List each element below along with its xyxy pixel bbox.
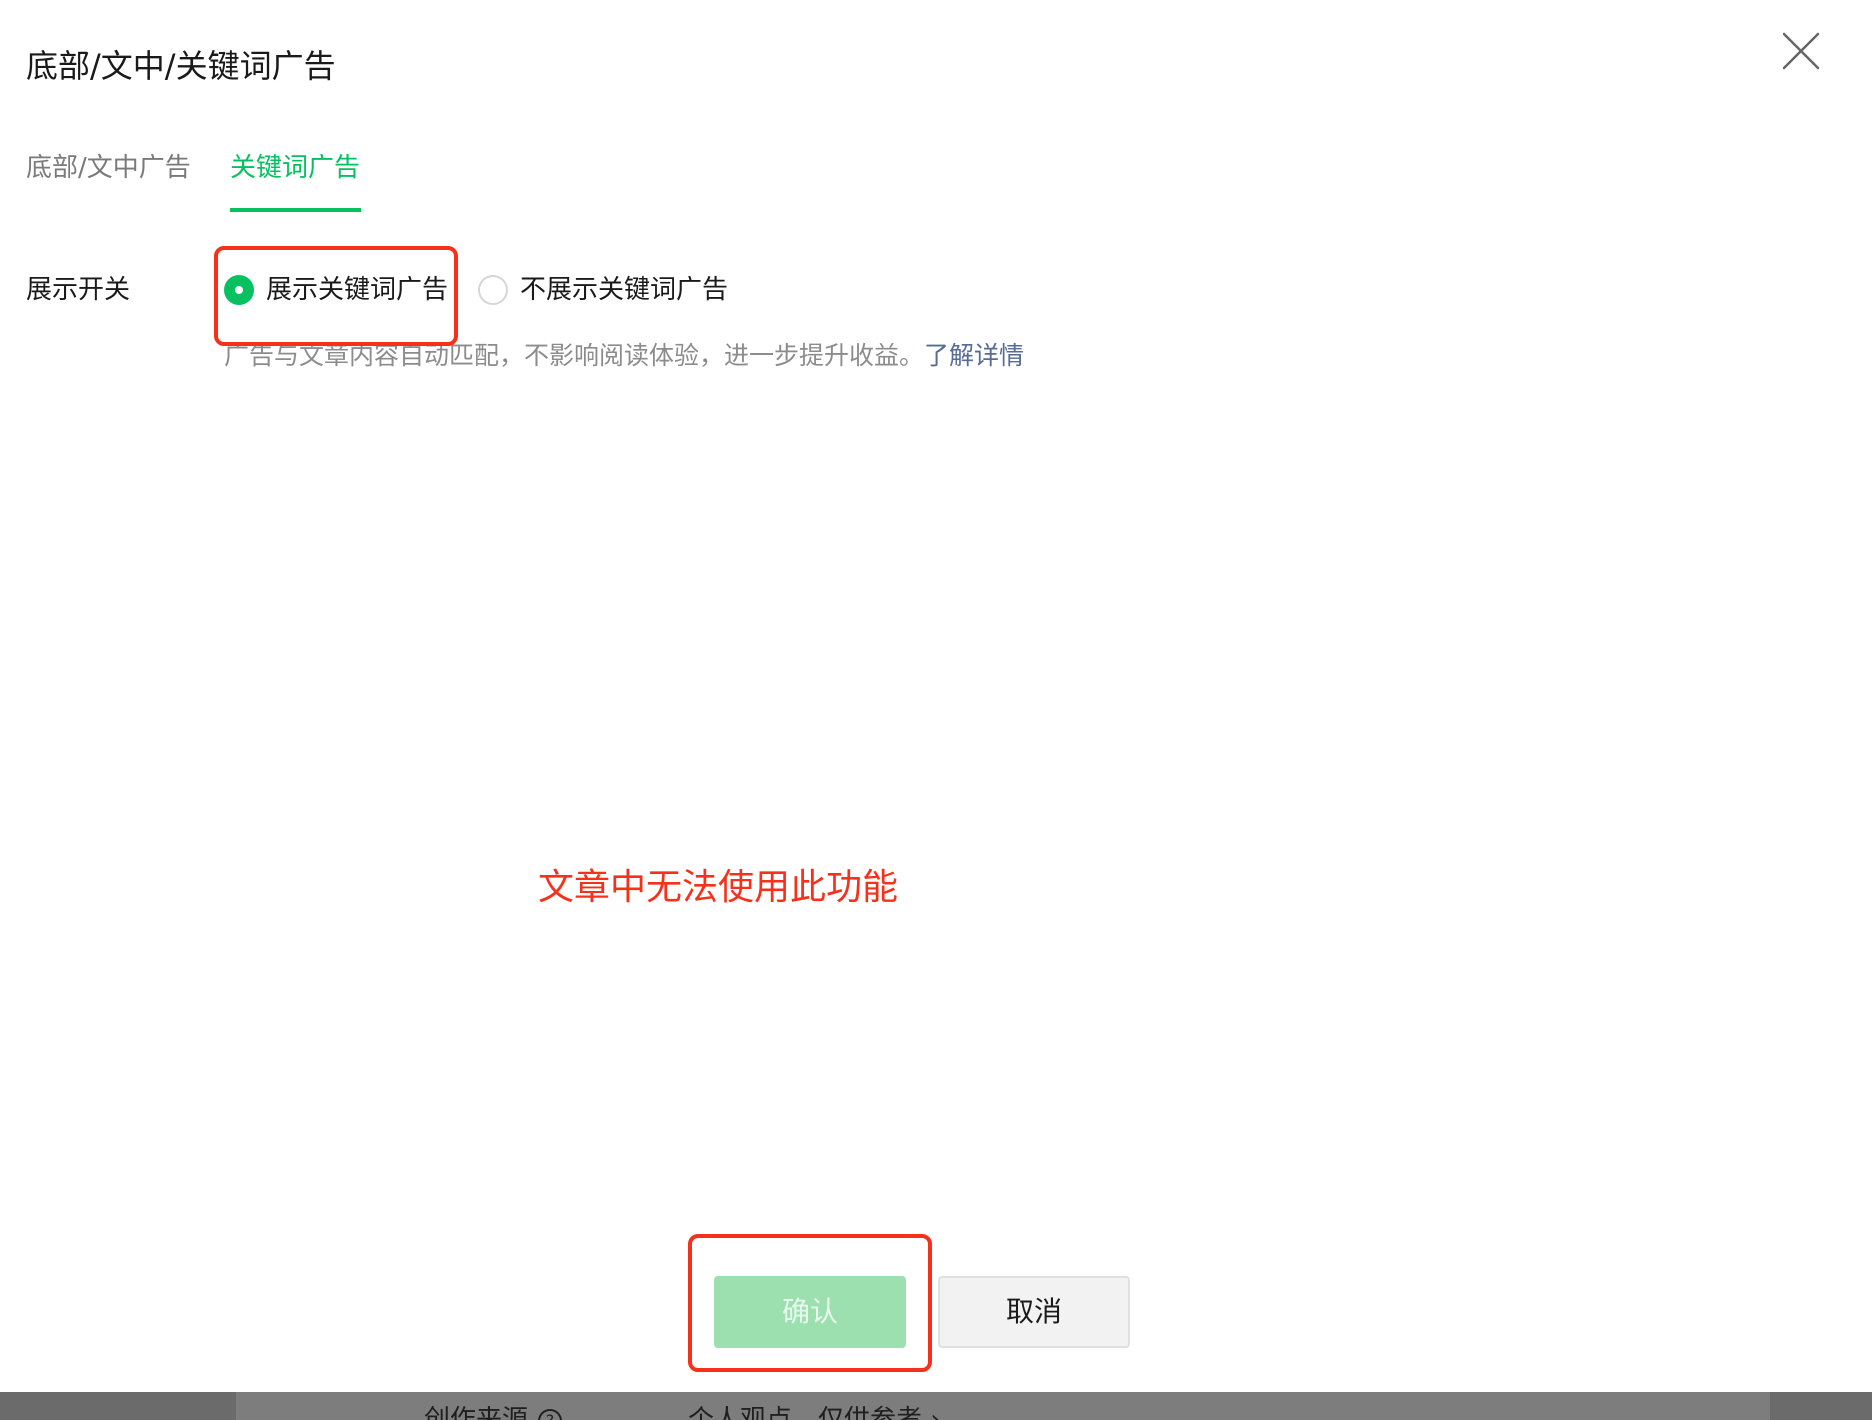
field-label-text: 创作来源 (424, 1405, 529, 1420)
background-field-label: 创作来源? (424, 1400, 563, 1420)
background-field-value: 个人观点，仅供参考 › (688, 1405, 941, 1420)
active-tab-indicator (230, 208, 361, 212)
close-button[interactable] (1780, 30, 1822, 72)
annotation-highlight-confirm (688, 1234, 932, 1372)
learn-more-link[interactable]: 了解详情 (924, 341, 1024, 370)
radio-label: 不展示关键词广告 (520, 275, 729, 305)
annotation-note: 文章中无法使用此功能 (538, 867, 899, 908)
radio-unchecked-icon (478, 275, 508, 305)
dialog-title: 底部/文中/关键词广告 (26, 47, 336, 85)
tab-bottom-inline-ads[interactable]: 底部/文中广告 (26, 142, 191, 194)
ad-settings-dialog: 底部/文中/关键词广告 底部/文中广告 关键词广告 展示开关 展示关键词广告 不… (0, 0, 1872, 1392)
annotation-highlight-radio (214, 246, 458, 346)
close-icon (1782, 32, 1820, 70)
radio-hide-keyword-ads[interactable]: 不展示关键词广告 (478, 268, 728, 312)
tab-keyword-ads[interactable]: 关键词广告 (230, 142, 360, 194)
background-page-overlay: 创作来源? 个人观点，仅供参考 › (0, 1392, 1872, 1420)
cancel-button[interactable]: 取消 (938, 1276, 1130, 1348)
help-icon: ? (538, 1409, 563, 1420)
display-switch-label: 展示开关 (26, 275, 131, 305)
